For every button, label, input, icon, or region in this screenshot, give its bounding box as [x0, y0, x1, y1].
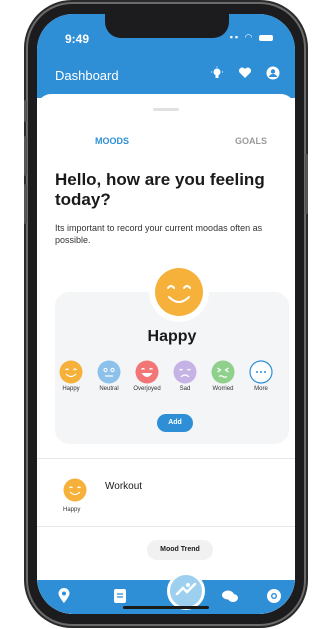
divider — [37, 526, 295, 527]
lightbulb-icon[interactable] — [209, 65, 225, 81]
power-button — [305, 154, 308, 214]
mood-option-label: Sad — [179, 386, 191, 392]
happy-face-icon — [63, 478, 87, 502]
entry-mood-label: Happy — [63, 507, 81, 513]
mood-option-more[interactable]: More — [241, 360, 281, 392]
location-icon[interactable] — [55, 588, 73, 606]
screen: 9:49 ▪▪ ◠ Dashboard MOODS GOALS Hello, h… — [37, 14, 295, 614]
mood-option-label: Neutral — [99, 386, 119, 392]
header-bar: 9:49 ▪▪ ◠ Dashboard — [37, 14, 295, 98]
sheet-grabber[interactable] — [153, 108, 179, 111]
support-icon[interactable] — [265, 588, 283, 606]
mute-switch — [24, 100, 27, 122]
greeting-subtitle: Its important to record your current moo… — [55, 223, 263, 245]
volume-up-button — [24, 136, 27, 176]
sad-face-icon — [173, 360, 197, 384]
mood-option-label: More — [254, 386, 268, 392]
mood-option-label: Worried — [212, 386, 234, 392]
profile-icon[interactable] — [265, 65, 281, 81]
mood-option-overjoyed[interactable]: Overjoyed — [127, 360, 167, 392]
chat-icon[interactable] — [221, 588, 239, 606]
entry-title: Workout — [105, 481, 143, 492]
neutral-face-icon — [97, 360, 121, 384]
mood-option-neutral[interactable]: Neutral — [89, 360, 129, 392]
mood-option-label: Happy — [62, 386, 80, 392]
wifi-icon: ◠ — [244, 32, 255, 42]
phone-frame: 9:49 ▪▪ ◠ Dashboard MOODS GOALS Hello, h… — [24, 4, 308, 624]
selected-mood-label: Happy — [147, 328, 197, 345]
more-icon — [249, 360, 273, 384]
worried-face-icon — [211, 360, 235, 384]
activity-icon[interactable] — [167, 572, 205, 610]
mood-sheet: MOODS GOALS Hello, how are you feeling t… — [37, 94, 295, 614]
mood-option-happy[interactable]: Happy — [51, 360, 91, 392]
status-time: 9:49 — [65, 32, 90, 46]
happy-face-icon — [155, 268, 203, 316]
notch — [105, 14, 229, 38]
mood-option-sad[interactable]: Sad — [165, 360, 205, 392]
header-actions — [209, 65, 281, 81]
mood-option-worried[interactable]: Worried — [203, 360, 243, 392]
mood-trend-button[interactable]: Mood Trend — [147, 540, 213, 560]
journal-icon[interactable] — [111, 588, 129, 606]
divider — [37, 458, 295, 459]
volume-down-button — [24, 184, 27, 224]
greeting-title: Hello, how are you feeling today? — [55, 170, 265, 209]
status-icons: ▪▪ ◠ — [230, 32, 273, 43]
tab-moods[interactable]: MOODS — [95, 136, 129, 146]
tab-goals[interactable]: GOALS — [235, 136, 267, 146]
signal-icon: ▪▪ — [229, 32, 241, 42]
add-mood-button[interactable]: Add — [157, 414, 193, 432]
page-title: Dashboard — [55, 68, 119, 83]
happy-face-icon — [59, 360, 83, 384]
selected-mood-face — [149, 262, 209, 322]
mood-option-label: Overjoyed — [133, 386, 161, 392]
heart-icon[interactable] — [237, 65, 253, 81]
battery-icon — [259, 34, 273, 41]
overjoyed-face-icon — [135, 360, 159, 384]
home-indicator — [123, 606, 209, 609]
